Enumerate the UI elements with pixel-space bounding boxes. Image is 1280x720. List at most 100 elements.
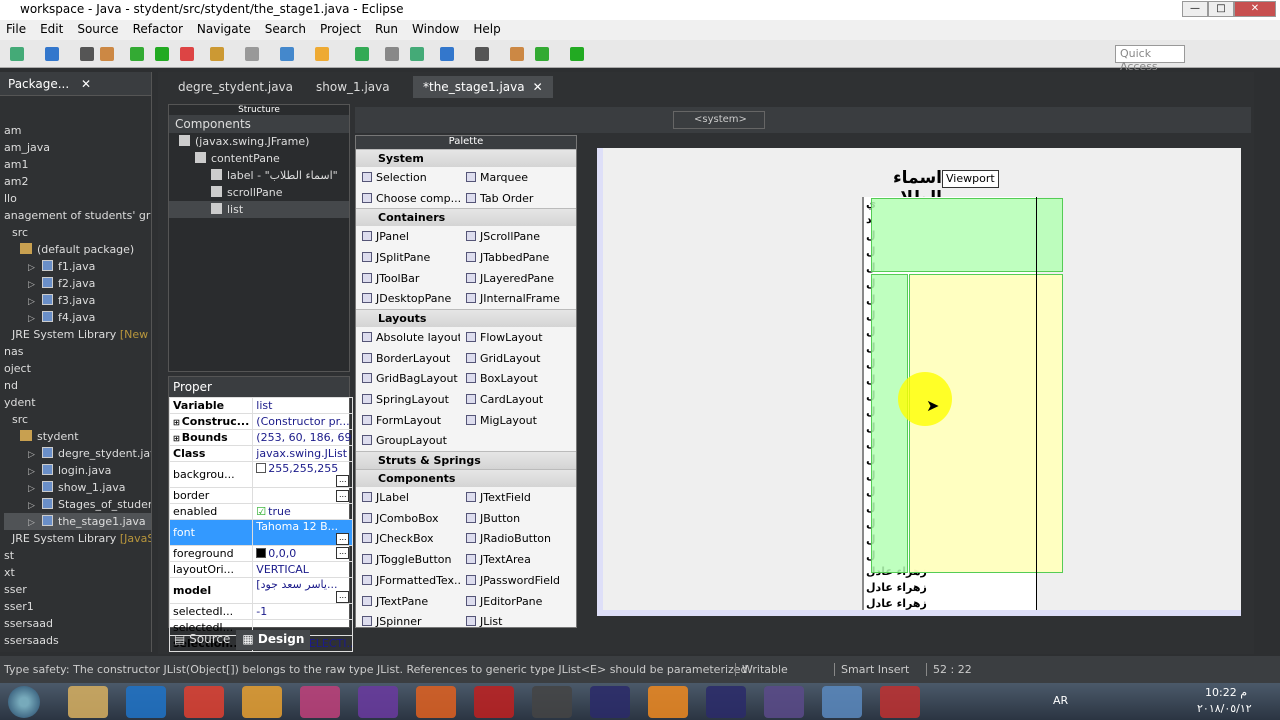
menu-edit[interactable]: Edit	[40, 22, 63, 40]
property-value[interactable]: VERTICAL	[252, 561, 354, 578]
toolbar-button-icon[interactable]	[45, 47, 59, 61]
taskbar-app-icon[interactable]	[242, 686, 282, 718]
toolbar-button-icon[interactable]	[100, 47, 114, 61]
expand-icon[interactable]: ▷	[28, 498, 42, 513]
palette-item[interactable]: JToolBar	[356, 272, 460, 285]
palette-item[interactable]: GridBagLayout	[356, 372, 460, 385]
clock-time[interactable]: 10:22 م	[1205, 686, 1247, 699]
maximize-button[interactable]: □	[1208, 1, 1234, 17]
palette-item[interactable]: SpringLayout	[356, 393, 460, 406]
edit-button[interactable]: ...	[336, 547, 350, 559]
start-button[interactable]	[8, 686, 40, 718]
property-row[interactable]: foreground 0,0,0...	[168, 545, 354, 562]
taskbar-app-icon[interactable]	[880, 686, 920, 718]
expand-icon[interactable]: ▷	[28, 464, 42, 479]
property-value[interactable]: -1	[252, 603, 354, 620]
menu-window[interactable]: Window	[412, 22, 459, 40]
property-row[interactable]: Variable list	[168, 397, 354, 414]
menu-help[interactable]: Help	[473, 22, 500, 40]
palette-item[interactable]: JLabel	[356, 491, 460, 504]
tab-design[interactable]: ▦ Design	[236, 630, 311, 650]
palette-category[interactable]: Containers	[356, 208, 576, 227]
package-tree-item[interactable]: ▷ show_1.java	[4, 479, 151, 496]
package-tree-item[interactable]: am	[4, 122, 151, 139]
property-row[interactable]: backgrou... 255,255,255...	[168, 461, 354, 488]
package-tree-item[interactable]: sser1	[4, 598, 151, 615]
taskbar-app-icon[interactable]	[764, 686, 804, 718]
package-tree-item[interactable]: ssersaads	[4, 632, 151, 649]
palette-item[interactable]: JButton	[460, 512, 564, 525]
toolbar-button-icon[interactable]	[315, 47, 329, 61]
palette-category[interactable]: Struts & Springs	[356, 451, 576, 470]
palette-category[interactable]: System	[356, 149, 576, 167]
taskbar-app-icon[interactable]	[126, 686, 166, 718]
close-button[interactable]: ✕	[1234, 1, 1276, 17]
palette-item[interactable]: Tab Order	[460, 192, 564, 205]
checkbox[interactable]: ☑	[256, 505, 266, 518]
taskbar-app-icon[interactable]	[532, 686, 572, 718]
menu-search[interactable]: Search	[265, 22, 306, 40]
menu-file[interactable]: File	[6, 22, 26, 40]
package-tree-item[interactable]: ▷ f4.java	[4, 309, 151, 326]
palette-item[interactable]: JComboBox	[356, 512, 460, 525]
package-tree-item[interactable]: nas	[4, 343, 151, 360]
package-tree-item[interactable]: llo	[4, 190, 151, 207]
toolbar-button-icon[interactable]	[180, 47, 194, 61]
component-node[interactable]: list	[169, 201, 349, 218]
expand-icon[interactable]: ▷	[28, 515, 42, 530]
package-tree-item[interactable]: ▷ f3.java	[4, 292, 151, 309]
taskbar-app-icon[interactable]	[648, 686, 688, 718]
expand-icon[interactable]: ⊞	[173, 418, 180, 427]
palette-item[interactable]: JSplitPane	[356, 251, 460, 264]
palette-item[interactable]: Choose comp...	[356, 192, 460, 205]
editor-tab[interactable]: *the_stage1.java ✕	[413, 76, 553, 98]
toolbar-button-icon[interactable]	[155, 47, 169, 61]
close-icon[interactable]: ✕	[533, 80, 543, 94]
palette-item[interactable]: JDesktopPane	[356, 292, 460, 305]
tab-source[interactable]: ▤ Source	[168, 630, 236, 650]
palette-item[interactable]: Selection	[356, 171, 460, 184]
package-tree-item[interactable]: stydent	[4, 428, 151, 445]
property-row[interactable]: model [ياسر سعد جود......	[168, 577, 354, 604]
toolbar-button-icon[interactable]	[245, 47, 259, 61]
palette-item[interactable]: JEditorPane	[460, 595, 564, 608]
property-value[interactable]: list	[252, 397, 354, 414]
toolbar-button-icon[interactable]	[410, 47, 424, 61]
quick-access-input[interactable]: Quick Access	[1115, 45, 1185, 73]
toolbar-button-icon[interactable]	[385, 47, 399, 61]
toolbar-button-icon[interactable]	[475, 47, 489, 61]
property-value[interactable]: (253, 60, 186, 697)	[252, 429, 354, 446]
taskbar-app-icon[interactable]	[822, 686, 862, 718]
palette-item[interactable]: JToggleButton	[356, 553, 460, 566]
edit-button[interactable]: ...	[336, 475, 350, 487]
palette-item[interactable]: Absolute layout	[356, 331, 460, 344]
edit-button[interactable]: ...	[336, 533, 350, 545]
taskbar-app-icon[interactable]	[706, 686, 746, 718]
close-icon[interactable]: ✕	[81, 77, 91, 91]
toolbar-button-icon[interactable]	[280, 47, 294, 61]
palette-item[interactable]: JSpinner	[356, 615, 460, 628]
palette-item[interactable]: FormLayout	[356, 414, 460, 427]
palette-item[interactable]: BorderLayout	[356, 352, 460, 365]
taskbar-app-icon[interactable]	[358, 686, 398, 718]
package-tree-item[interactable]: ▷ login.java	[4, 462, 151, 479]
minimize-button[interactable]: —	[1182, 1, 1208, 17]
expand-icon[interactable]: ▷	[28, 311, 42, 326]
package-explorer-tab[interactable]: Package... ✕	[0, 72, 151, 96]
package-tree-item[interactable]: oject	[4, 360, 151, 377]
menu-run[interactable]: Run	[375, 22, 398, 40]
palette-item[interactable]: JPanel	[356, 230, 460, 243]
package-tree-item[interactable]: ▷ Stages_of_students	[4, 496, 151, 513]
property-row[interactable]: enabled ☑ true	[168, 503, 354, 520]
palette-item[interactable]: JCheckBox	[356, 532, 460, 545]
property-value[interactable]: 0,0,0...	[252, 545, 354, 562]
list-item[interactable]: زهراء عادل	[864, 597, 1037, 610]
component-node[interactable]: contentPane	[169, 150, 349, 167]
property-value[interactable]: ☑ true	[252, 503, 354, 520]
palette-item[interactable]: JList	[460, 615, 564, 628]
palette-item[interactable]: GridLayout	[460, 352, 564, 365]
package-tree-item[interactable]: ▷ f1.java	[4, 258, 151, 275]
package-tree-item[interactable]: xt	[4, 564, 151, 581]
taskbar-app-icon[interactable]	[590, 686, 630, 718]
palette-item[interactable]: JInternalFrame	[460, 292, 564, 305]
